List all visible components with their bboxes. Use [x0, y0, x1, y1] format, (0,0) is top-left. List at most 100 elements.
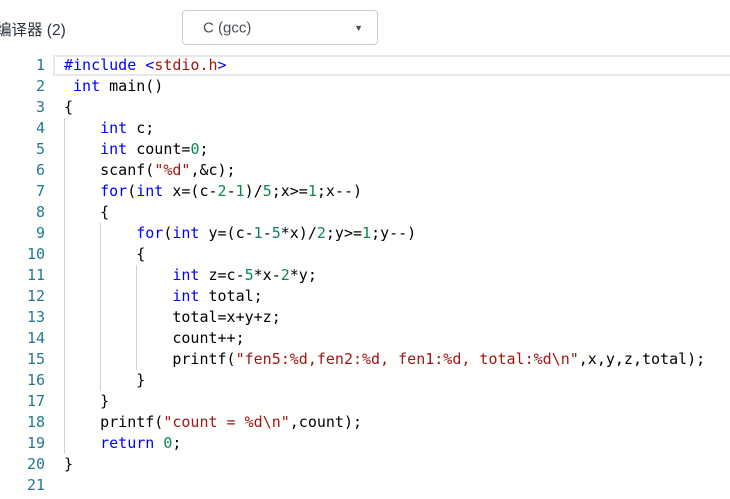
token-keyword: return: [100, 434, 155, 452]
code-editor[interactable]: 1 #include <stdio.h> 2 int main() 3{4 int c…: [0, 55, 730, 496]
code-line[interactable]: 5 int count=0;: [0, 139, 730, 160]
token-plain: *x)/: [280, 224, 317, 242]
token-keyword: int: [73, 77, 101, 95]
code-line[interactable]: 19 return 0;: [0, 433, 730, 454]
token-plain: ;: [172, 434, 182, 452]
token-plain: }: [64, 455, 74, 473]
token-plain: ;y--): [371, 224, 417, 242]
token-plain: {: [64, 245, 146, 263]
line-number: 20: [26, 455, 45, 473]
line-content: [45, 475, 730, 496]
token-plain: ;x>=: [271, 182, 308, 200]
token-plain: printf(: [64, 413, 164, 431]
code-line[interactable]: 4 int c;: [0, 118, 730, 139]
line-number: 5: [35, 140, 45, 158]
token-keyword: int: [172, 287, 200, 305]
token-number: 5: [262, 182, 272, 200]
token-keyword: >: [217, 56, 227, 74]
code-line[interactable]: 6 scanf("%d",&c);: [0, 160, 730, 181]
line-content: for(int y=(c-1-5*x)/2;y>=1;y--): [45, 223, 730, 244]
token-keyword: int: [136, 182, 164, 200]
token-keyword: for: [136, 224, 164, 242]
token-plain: total;: [199, 287, 263, 305]
token-number: 2: [217, 182, 227, 200]
line-content: }: [45, 370, 730, 391]
code-line[interactable]: 9 for(int y=(c-1-5*x)/2;y>=1;y--): [0, 223, 730, 244]
token-number: 5: [271, 224, 281, 242]
token-plain: *x-: [253, 266, 281, 284]
line-number: 14: [26, 329, 45, 347]
token-keyword: #include: [64, 56, 137, 74]
line-number: 7: [35, 182, 45, 200]
line-number: 17: [26, 392, 45, 410]
line-content: int z=c-5*x-2*y;: [45, 265, 730, 286]
language-select[interactable]: C (gcc) ▼: [182, 10, 378, 45]
dropdown-arrow-icon: ▼: [354, 22, 363, 33]
line-content: int main(): [45, 76, 730, 97]
token-plain: }: [64, 392, 110, 410]
token-number: 1: [253, 224, 263, 242]
token-plain: count=: [127, 140, 191, 158]
token-number: 1: [307, 182, 317, 200]
code-line[interactable]: 14 count++;: [0, 328, 730, 349]
line-number: 19: [26, 434, 45, 452]
token-plain: ,&c);: [190, 161, 236, 179]
line-number: 13: [26, 308, 45, 326]
token-number: 5: [244, 266, 254, 284]
code-line[interactable]: 10 {: [0, 244, 730, 265]
line-content: int count=0;: [45, 139, 730, 160]
line-content: int total;: [45, 286, 730, 307]
code-line[interactable]: 12 int total;: [0, 286, 730, 307]
code-line[interactable]: 17 }: [0, 391, 730, 412]
token-keyword: <: [145, 56, 155, 74]
line-number: 21: [26, 476, 45, 494]
token-plain: z=c-: [199, 266, 245, 284]
token-plain: ,x,y,z,total);: [578, 350, 706, 368]
line-number: 10: [26, 245, 45, 263]
code-line[interactable]: 18 printf("count = %d\n",count);: [0, 412, 730, 433]
token-number: 2: [280, 266, 290, 284]
code-line[interactable]: 16 }: [0, 370, 730, 391]
code-line[interactable]: 21: [0, 475, 730, 496]
line-content: {: [45, 244, 730, 265]
line-number: 4: [35, 119, 45, 137]
token-plain: }: [64, 371, 146, 389]
token-number: 1: [235, 182, 245, 200]
line-number: 9: [35, 224, 45, 242]
line-number: 2: [35, 77, 45, 95]
token-keyword: int: [172, 266, 200, 284]
code-line[interactable]: 15 printf("fen5:%d,fen2:%d, fen1:%d, tot…: [0, 349, 730, 370]
code-line[interactable]: 13 total=x+y+z;: [0, 307, 730, 328]
code-line[interactable]: 7 for(int x=(c-2-1)/5;x>=1;x--): [0, 181, 730, 202]
token-plain: y=(c-: [199, 224, 254, 242]
line-content: {: [45, 202, 730, 223]
line-number: 8: [35, 203, 45, 221]
code-line[interactable]: 3{: [0, 97, 730, 118]
token-string: "count = %d\n": [163, 413, 290, 431]
code-line[interactable]: 1 #include <stdio.h>: [0, 55, 730, 76]
line-number: 3: [35, 98, 45, 116]
line-content: count++;: [45, 328, 730, 349]
code-line[interactable]: 2 int main(): [0, 76, 730, 97]
code-line[interactable]: 11 int z=c-5*x-2*y;: [0, 265, 730, 286]
token-number: 2: [316, 224, 326, 242]
token-plain: total=x+y+z;: [64, 308, 281, 326]
code-line[interactable]: 20}: [0, 454, 730, 475]
token-plain: scanf(: [64, 161, 155, 179]
line-content: printf("count = %d\n",count);: [45, 412, 730, 433]
code-line[interactable]: 8 {: [0, 202, 730, 223]
token-plain: {: [64, 98, 74, 116]
token-plain: {: [64, 203, 110, 221]
line-number: 1: [35, 56, 45, 74]
line-content: printf("fen5:%d,fen2:%d, fen1:%d, total:…: [45, 349, 730, 370]
line-content: }: [45, 391, 730, 412]
language-select-value: C (gcc): [203, 19, 252, 36]
token-plain: ;y>=: [325, 224, 363, 242]
